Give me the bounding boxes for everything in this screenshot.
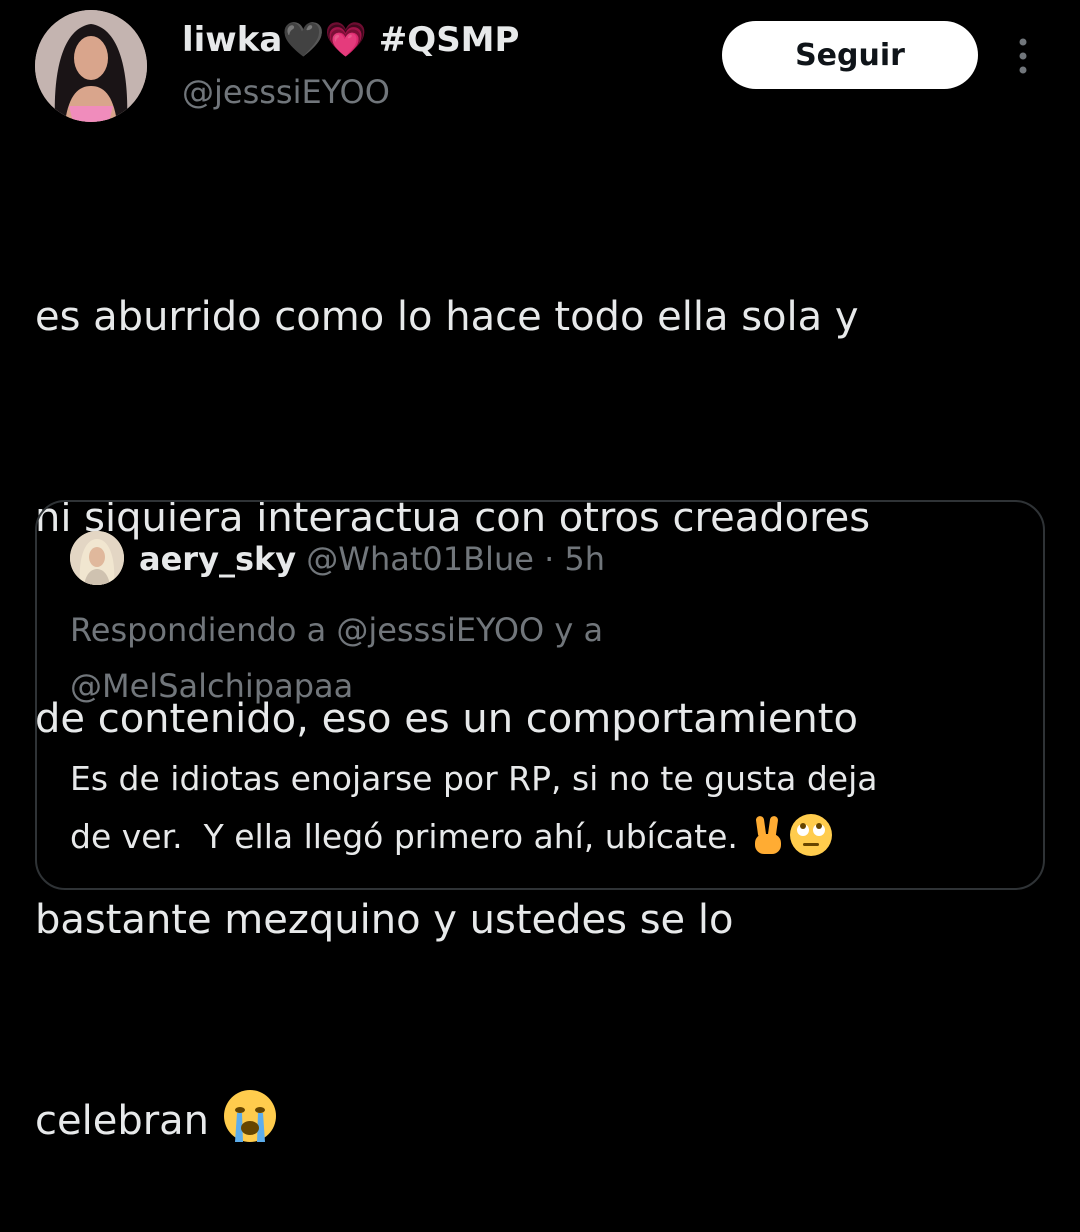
eye-roll-face-icon — [790, 814, 833, 856]
replying-to: Respondiendo a @jesssiEYOO y a @MelSalch… — [70, 602, 1020, 714]
avatar-image — [35, 10, 147, 122]
quoted-author-handle[interactable]: @What01Blue — [306, 540, 534, 578]
more-vertical-icon — [1019, 38, 1027, 74]
eye-roll-emoji — [788, 812, 834, 876]
quoted-author-name[interactable]: aery_sky — [139, 540, 296, 578]
quoted-author-avatar[interactable] — [70, 531, 124, 585]
display-name-text: liwka — [182, 20, 283, 60]
quoted-timestamp[interactable]: 5h — [564, 540, 605, 578]
display-name-tag: #QSMP — [378, 20, 520, 60]
follow-button-label: Seguir — [795, 37, 905, 73]
display-name-emoji: 🖤💗 — [282, 20, 367, 60]
replying-to-line: @MelSalchipapaa — [70, 667, 354, 705]
quoted-tweet-card[interactable]: aery_sky @What01Blue · 5h Respondiendo a… — [35, 500, 1045, 890]
tweet-line: es aburrido como lo hace todo ella sola … — [35, 294, 859, 340]
victory-hand-icon — [755, 816, 782, 854]
quoted-separator: · — [544, 540, 555, 578]
tweet-line-text: celebran — [35, 1098, 210, 1144]
more-options-button[interactable] — [1008, 34, 1038, 78]
crying-face-emoji — [222, 1088, 278, 1165]
tweet-line: bastante mezquino y ustedes se lo — [35, 897, 734, 943]
tweet-line-last: celebran — [35, 1088, 1045, 1165]
author-display-name[interactable]: liwka🖤💗 #QSMP — [182, 18, 519, 62]
quoted-text-line: Es de idiotas enojarse por RP, si no te … — [70, 759, 878, 798]
quoted-header: aery_sky @What01Blue · 5h — [139, 536, 605, 582]
quoted-avatar-image — [70, 531, 124, 585]
victory-hand-emoji — [748, 814, 788, 876]
follow-button[interactable]: Seguir — [722, 21, 978, 89]
replying-to-line: Respondiendo a @jesssiEYOO y a — [70, 611, 604, 649]
quoted-text: Es de idiotas enojarse por RP, si no te … — [70, 750, 1020, 876]
quoted-text-line-last: de ver. Y ella llegó primero ahí, ubícat… — [70, 808, 1020, 876]
crying-face-icon — [223, 1090, 276, 1142]
author-avatar[interactable] — [35, 10, 147, 122]
quoted-text-line: de ver. Y ella llegó primero ahí, ubícat… — [70, 817, 749, 856]
author-handle[interactable]: @jesssiEYOO — [182, 70, 390, 114]
